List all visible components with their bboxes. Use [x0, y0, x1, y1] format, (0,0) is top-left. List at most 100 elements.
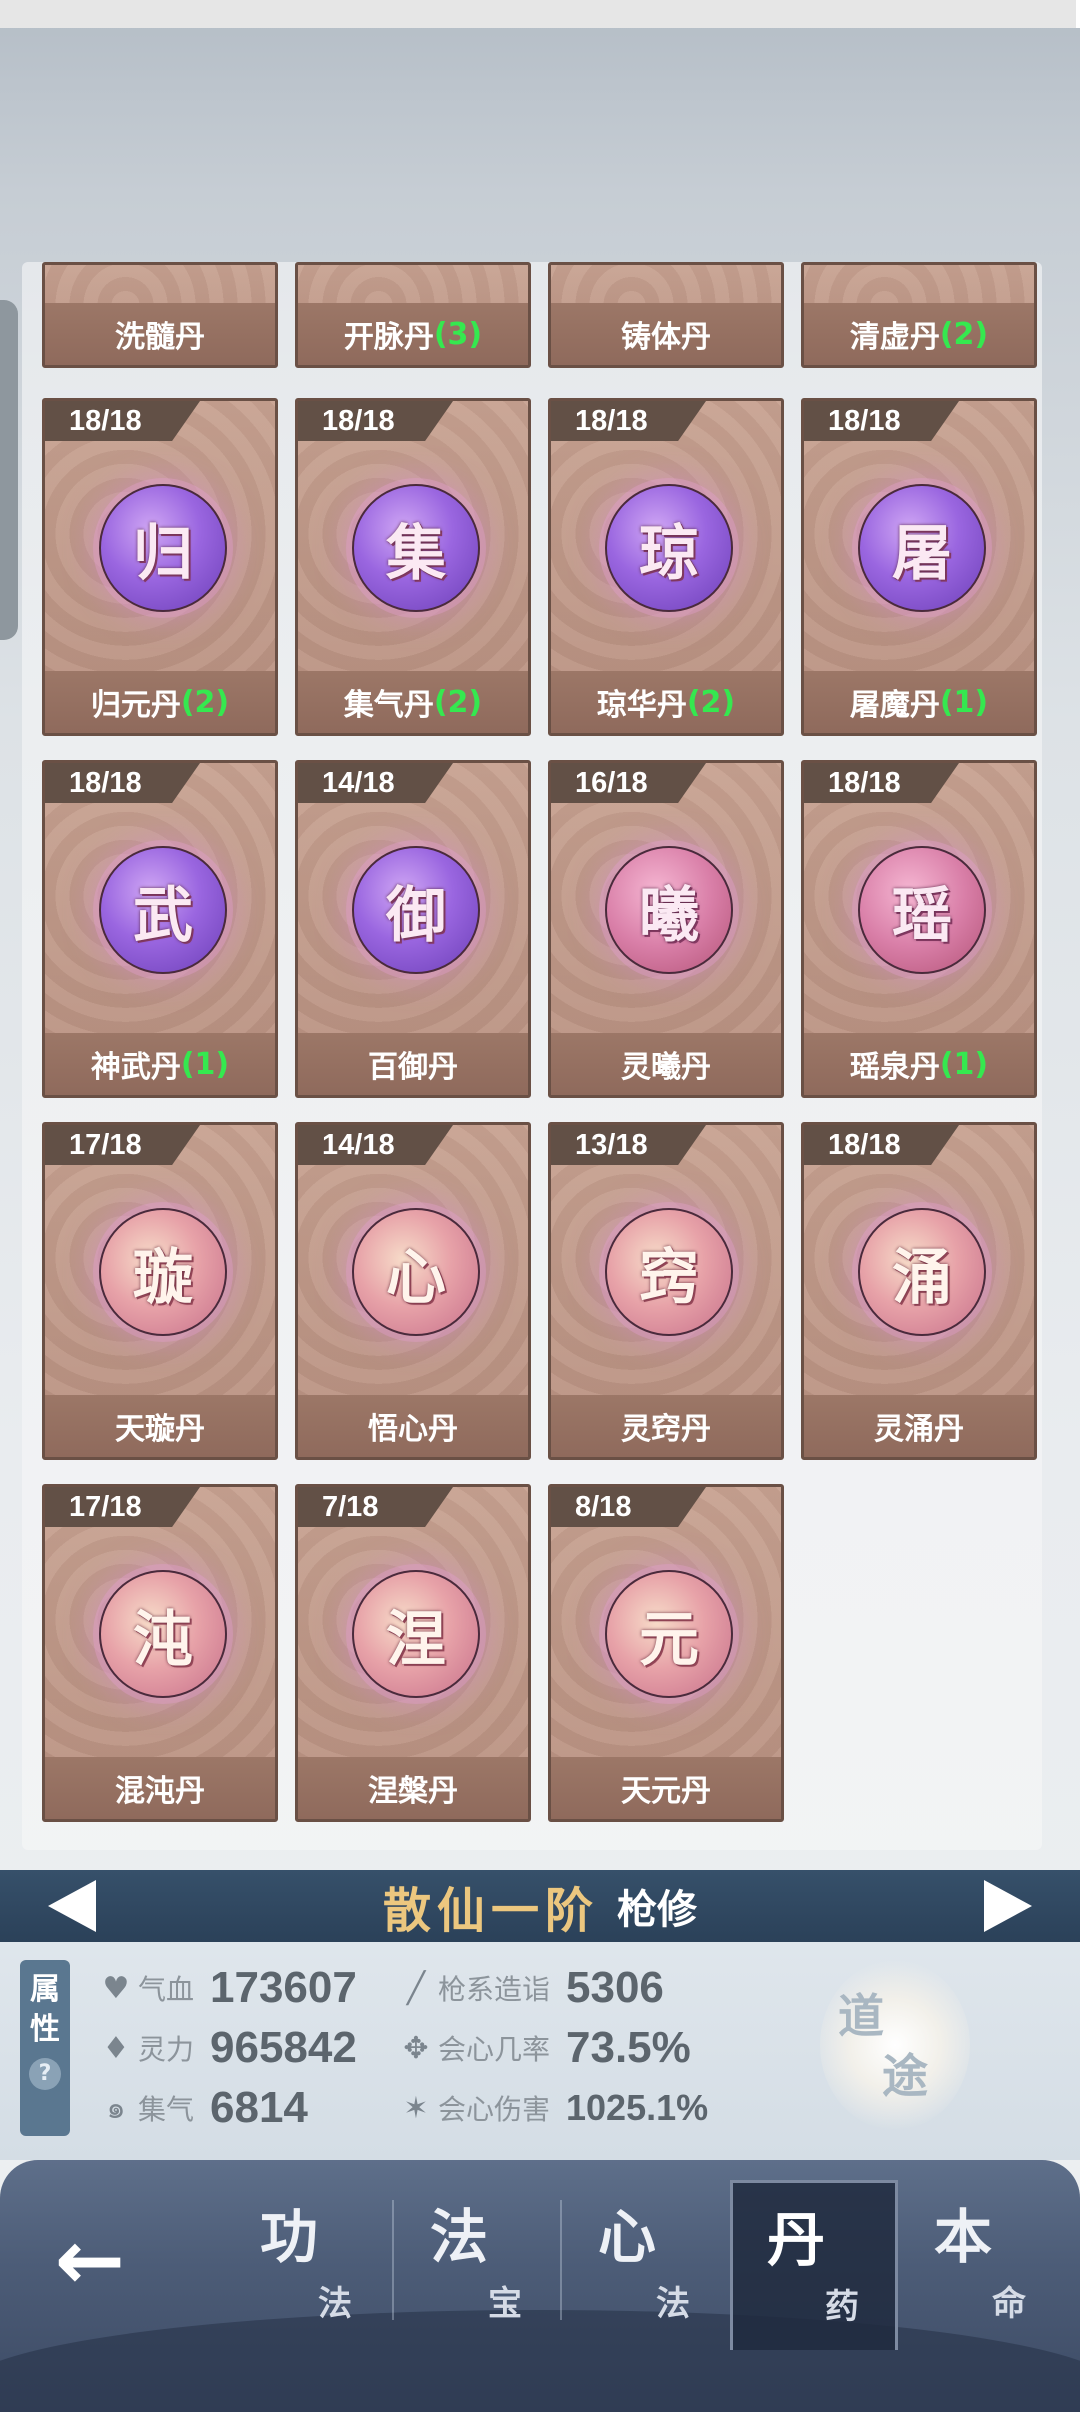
- pill-name-label: 天璇丹: [45, 1395, 275, 1457]
- pill-count: 18/18: [69, 767, 142, 799]
- tab-char-small: 药: [825, 2287, 859, 2327]
- tab-char-small: 法: [656, 2284, 690, 2324]
- pill-orb-icon: 屠: [858, 484, 986, 612]
- pill-card[interactable]: 18/18 瑶 瑶泉丹 (1): [801, 760, 1037, 1098]
- pill-card[interactable]: 18/18 涌 灵涌丹: [801, 1122, 1037, 1460]
- pill-card[interactable]: 18/18 集 集气丹 (2): [295, 398, 531, 736]
- tab-gongfa[interactable]: 功 法: [226, 2180, 394, 2350]
- tab-char-big: 法: [430, 2203, 489, 2271]
- pill-orb-icon: 瑶: [858, 846, 986, 974]
- stat-value: 965842: [210, 2023, 357, 2072]
- pill-name-label: 琼华丹 (2): [551, 671, 781, 733]
- crit-rate-icon: ✥: [403, 2030, 429, 2066]
- tab-char-big: 丹: [767, 2206, 826, 2274]
- stat-value: 6814: [210, 2083, 308, 2132]
- pill-glyph: 涅: [386, 1604, 446, 1675]
- stat-label: 会心几率: [438, 2033, 551, 2066]
- pill-name-label: 铸体丹: [551, 303, 781, 365]
- tab-benming[interactable]: 本 命: [900, 2180, 1068, 2350]
- pill-name-label: 灵曦丹: [551, 1033, 781, 1095]
- attributes-tab[interactable]: 属 性 ?: [20, 1960, 70, 2136]
- pill-orb-icon: 涅: [352, 1570, 480, 1698]
- pill-card[interactable]: 13/18 窍 灵窍丹: [548, 1122, 784, 1460]
- pill-glyph: 集: [386, 518, 446, 589]
- back-arrow-icon[interactable]: ←: [40, 2210, 140, 2310]
- pill-orb-icon: 璇: [99, 1208, 227, 1336]
- stat-qiangxi: ╱ 枪系造诣 5306: [398, 1960, 664, 2016]
- stat-label: 集气: [138, 2093, 195, 2126]
- pill-glyph: 沌: [133, 1604, 193, 1675]
- pill-card[interactable]: 14/18 御 百御丹: [295, 760, 531, 1098]
- pill-card[interactable]: 14/18 心 悟心丹: [295, 1122, 531, 1460]
- pill-name-label: 灵涌丹: [804, 1395, 1034, 1457]
- attr-tab-char-2: 性: [30, 2012, 60, 2047]
- pill-grid-panel[interactable]: 洗髓丹 开脉丹 (3) 铸体丹 清虚丹 (2) 18/18 归 归元丹 (2) 18/…: [22, 262, 1042, 1850]
- pill-orb-icon: 归: [99, 484, 227, 612]
- pill-card[interactable]: 16/18 曦 灵曦丹: [548, 760, 784, 1098]
- pill-name-label: 涅槃丹: [298, 1757, 528, 1819]
- dao-char-1: 道: [838, 1989, 884, 2043]
- pill-card[interactable]: 18/18 武 神武丹 (1): [42, 760, 278, 1098]
- pill-name-label: 洗髓丹: [45, 303, 275, 365]
- prev-realm-arrow-icon[interactable]: [48, 1880, 96, 1932]
- pill-name-label: 灵窍丹: [551, 1395, 781, 1457]
- stat-value: 73.5%: [566, 2023, 691, 2072]
- stats-panel: 属 性 ? ♥ 气血 173607 ♦ 灵力 965842 ๑ 集气 6814 …: [0, 1942, 1080, 2160]
- dao-char-2: 途: [882, 2049, 928, 2103]
- dao-path-button[interactable]: 道 途: [820, 1960, 970, 2130]
- pill-count: 18/18: [322, 405, 395, 437]
- tab-char-big: 功: [260, 2203, 319, 2271]
- tab-divider: [560, 2200, 562, 2320]
- pill-name-label: 瑶泉丹 (1): [804, 1033, 1034, 1095]
- pill-orb-icon: 心: [352, 1208, 480, 1336]
- pill-card[interactable]: 7/18 涅 涅槃丹: [295, 1484, 531, 1822]
- stat-label: 会心伤害: [438, 2093, 551, 2126]
- pill-card-cut[interactable]: 清虚丹 (2): [801, 262, 1037, 368]
- realm-class: 枪修: [617, 1887, 697, 1933]
- stat-jiqi: ๑ 集气 6814: [98, 2080, 308, 2136]
- realm-title: 散仙一阶: [382, 1883, 599, 1939]
- stat-qixue: ♥ 气血 173607: [98, 1960, 357, 2016]
- pill-glyph: 璇: [133, 1242, 193, 1313]
- pill-orb-icon: 窍: [605, 1208, 733, 1336]
- pill-card[interactable]: 18/18 归 归元丹 (2): [42, 398, 278, 736]
- pill-count: 13/18: [575, 1129, 648, 1161]
- pill-name-label: 百御丹: [298, 1033, 528, 1095]
- pill-card-cut[interactable]: 铸体丹: [548, 262, 784, 368]
- pill-glyph: 心: [386, 1242, 446, 1313]
- status-strip: [0, 0, 1080, 28]
- heart-icon: ♥: [102, 1970, 130, 2006]
- stat-value: 173607: [210, 1963, 357, 2012]
- stat-lingli: ♦ 灵力 965842: [98, 2020, 357, 2076]
- pill-glyph: 屠: [892, 518, 952, 589]
- pill-glyph: 琼: [639, 518, 699, 589]
- next-realm-arrow-icon[interactable]: [984, 1880, 1032, 1932]
- pill-count: 17/18: [69, 1129, 142, 1161]
- side-drawer-handle[interactable]: [0, 300, 18, 640]
- pill-card[interactable]: 18/18 琼 琼华丹 (2): [548, 398, 784, 736]
- help-icon[interactable]: ?: [29, 2058, 61, 2090]
- tab-xinfa[interactable]: 心 法: [564, 2180, 732, 2350]
- tab-danyao[interactable]: 丹 药: [730, 2180, 898, 2350]
- bottom-nav: ← 功 法 法 宝 心 法 丹 药 本 命: [0, 2160, 1080, 2412]
- pill-count: 14/18: [322, 767, 395, 799]
- pill-glyph: 御: [386, 880, 446, 951]
- pill-card-cut[interactable]: 开脉丹 (3): [295, 262, 531, 368]
- pill-card[interactable]: 17/18 璇 天璇丹: [42, 1122, 278, 1460]
- pill-orb-icon: 涌: [858, 1208, 986, 1336]
- pill-count: 17/18: [69, 1491, 142, 1523]
- pill-card[interactable]: 18/18 屠 屠魔丹 (1): [801, 398, 1037, 736]
- pill-orb-icon: 御: [352, 846, 480, 974]
- flame-icon: ♦: [102, 2030, 130, 2066]
- realm-banner: 散仙一阶 枪修: [0, 1870, 1080, 1942]
- pill-card[interactable]: 8/18 元 天元丹: [548, 1484, 784, 1822]
- pill-card[interactable]: 17/18 沌 混沌丹: [42, 1484, 278, 1822]
- crit-damage-icon: ✶: [403, 2090, 429, 2126]
- pill-count: 8/18: [575, 1491, 632, 1523]
- stat-huixin-dmg: ✶ 会心伤害 1025.1%: [398, 2080, 708, 2136]
- pill-card-cut[interactable]: 洗髓丹: [42, 262, 278, 368]
- pill-name-label: 开脉丹 (3): [298, 303, 528, 365]
- tab-fabao[interactable]: 法 宝: [396, 2180, 564, 2350]
- pill-count: 7/18: [322, 1491, 379, 1523]
- pill-name-label: 归元丹 (2): [45, 671, 275, 733]
